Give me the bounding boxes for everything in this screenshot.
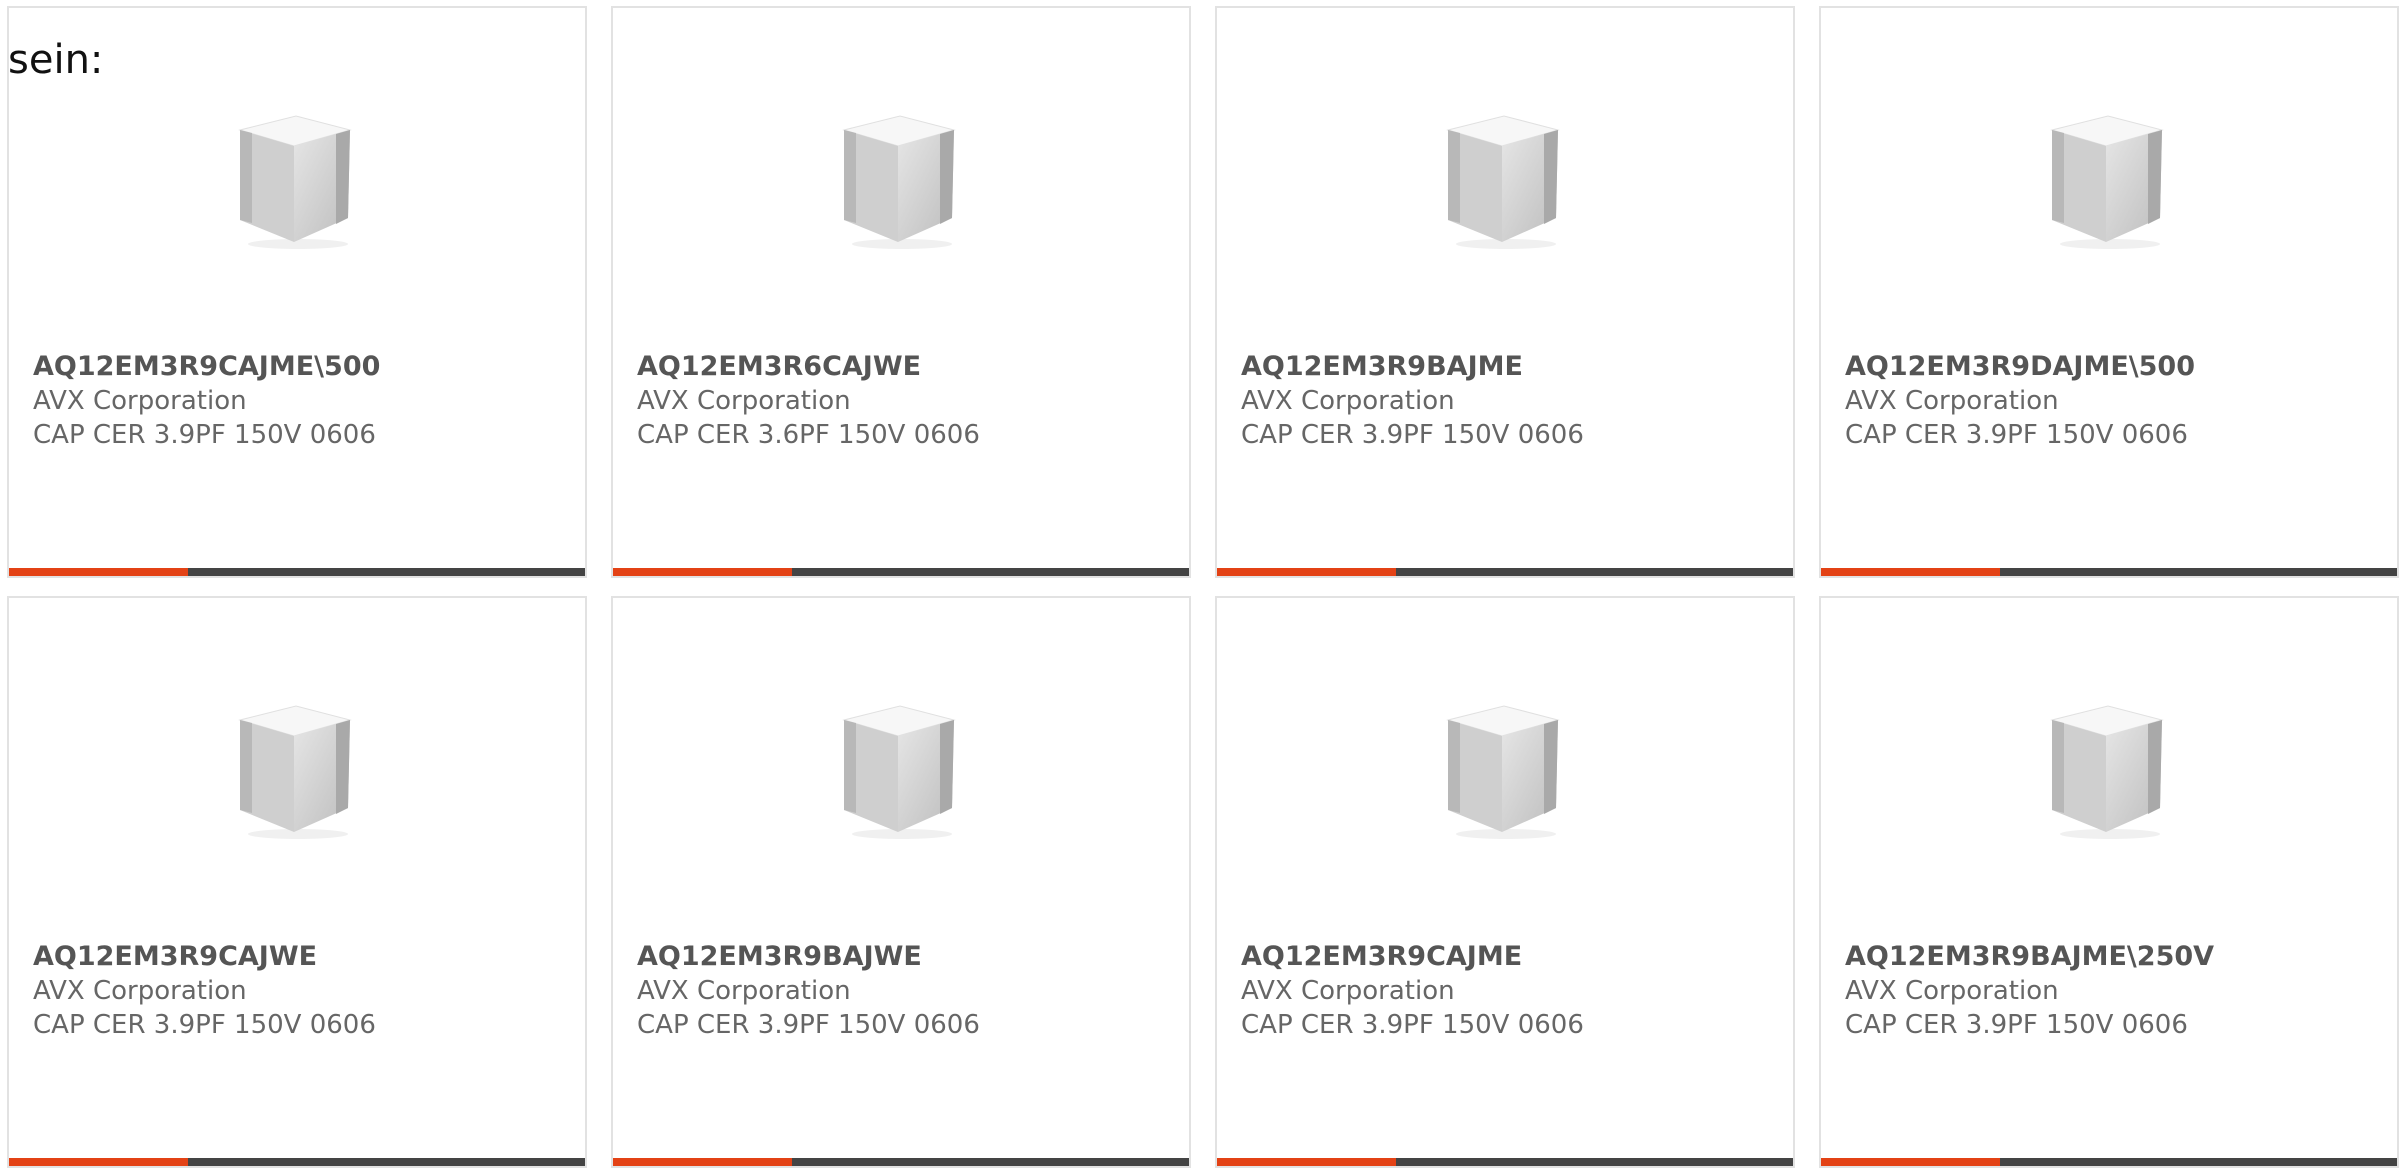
product-card[interactable]: AQ12EM3R6CAJWE AVX Corporation CAP CER 3… <box>611 6 1191 578</box>
ceramic-capacitor-icon <box>842 705 956 839</box>
product-card[interactable]: AQ12EM3R9CAJME\500 AVX Corporation CAP C… <box>7 6 587 578</box>
part-description: CAP CER 3.9PF 150V 0606 <box>637 1010 980 1040</box>
product-grid: AQ12EM3R9CAJME\500 AVX Corporation CAP C… <box>0 0 2400 1168</box>
part-description: CAP CER 3.9PF 150V 0606 <box>1845 1010 2188 1040</box>
product-card[interactable]: AQ12EM3R9BAJME AVX Corporation CAP CER 3… <box>1215 6 1795 578</box>
product-card[interactable]: AQ12EM3R9BAJME\250V AVX Corporation CAP … <box>1819 596 2399 1168</box>
card-accent-bar-fill <box>1217 568 1396 576</box>
ceramic-capacitor-icon <box>238 115 352 249</box>
card-accent-bar-fill <box>9 1158 188 1166</box>
ceramic-capacitor-icon <box>1446 705 1560 839</box>
manufacturer-name: AVX Corporation <box>33 976 247 1006</box>
product-card[interactable]: AQ12EM3R9CAJME AVX Corporation CAP CER 3… <box>1215 596 1795 1168</box>
ceramic-capacitor-icon <box>2050 705 2164 839</box>
part-number[interactable]: AQ12EM3R9BAJME <box>1241 350 1777 384</box>
part-description: CAP CER 3.9PF 150V 0606 <box>33 420 376 450</box>
product-card[interactable]: AQ12EM3R9CAJWE AVX Corporation CAP CER 3… <box>7 596 587 1168</box>
intro-text: sein: <box>8 37 104 83</box>
card-accent-bar <box>1217 568 1793 576</box>
manufacturer-name: AVX Corporation <box>1241 976 1455 1006</box>
card-accent-bar-fill <box>1217 1158 1396 1166</box>
manufacturer-name: AVX Corporation <box>1241 386 1455 416</box>
ceramic-capacitor-icon <box>1446 115 1560 249</box>
part-description: CAP CER 3.9PF 150V 0606 <box>33 1010 376 1040</box>
card-accent-bar <box>9 568 585 576</box>
card-accent-bar-fill <box>1821 1158 2000 1166</box>
ceramic-capacitor-icon <box>238 705 352 839</box>
part-number[interactable]: AQ12EM3R6CAJWE <box>637 350 1173 384</box>
card-accent-bar <box>1821 1158 2397 1166</box>
part-number[interactable]: AQ12EM3R9CAJME\500 <box>33 350 569 384</box>
part-number[interactable]: AQ12EM3R9BAJME\250V <box>1845 940 2381 974</box>
part-description: CAP CER 3.9PF 150V 0606 <box>1241 1010 1584 1040</box>
product-card[interactable]: AQ12EM3R9BAJWE AVX Corporation CAP CER 3… <box>611 596 1191 1168</box>
part-number[interactable]: AQ12EM3R9DAJME\500 <box>1845 350 2381 384</box>
part-description: CAP CER 3.6PF 150V 0606 <box>637 420 980 450</box>
part-number[interactable]: AQ12EM3R9CAJWE <box>33 940 569 974</box>
card-accent-bar-fill <box>613 1158 792 1166</box>
manufacturer-name: AVX Corporation <box>637 976 851 1006</box>
ceramic-capacitor-icon <box>842 115 956 249</box>
card-accent-bar-fill <box>1821 568 2000 576</box>
manufacturer-name: AVX Corporation <box>637 386 851 416</box>
card-accent-bar-fill <box>9 568 188 576</box>
part-number[interactable]: AQ12EM3R9CAJME <box>1241 940 1777 974</box>
card-accent-bar <box>1821 568 2397 576</box>
manufacturer-name: AVX Corporation <box>33 386 247 416</box>
manufacturer-name: AVX Corporation <box>1845 976 2059 1006</box>
part-description: CAP CER 3.9PF 150V 0606 <box>1241 420 1584 450</box>
card-accent-bar <box>613 1158 1189 1166</box>
part-description: CAP CER 3.9PF 150V 0606 <box>1845 420 2188 450</box>
manufacturer-name: AVX Corporation <box>1845 386 2059 416</box>
ceramic-capacitor-icon <box>2050 115 2164 249</box>
card-accent-bar <box>1217 1158 1793 1166</box>
product-card[interactable]: AQ12EM3R9DAJME\500 AVX Corporation CAP C… <box>1819 6 2399 578</box>
card-accent-bar-fill <box>613 568 792 576</box>
part-number[interactable]: AQ12EM3R9BAJWE <box>637 940 1173 974</box>
card-accent-bar <box>9 1158 585 1166</box>
card-accent-bar <box>613 568 1189 576</box>
